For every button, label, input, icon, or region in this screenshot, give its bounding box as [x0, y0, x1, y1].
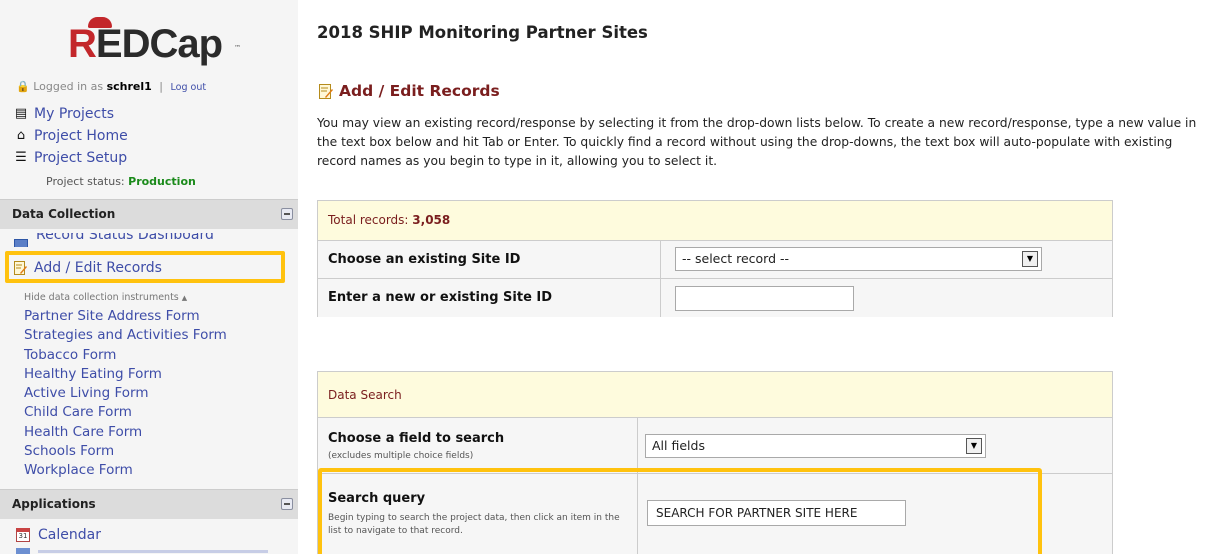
- instrument-link[interactable]: Schools Form: [24, 442, 227, 461]
- edit-form-icon: [319, 84, 333, 99]
- collapse-icon[interactable]: [281, 208, 293, 220]
- total-records-label: Total records:: [328, 213, 409, 227]
- total-records-value: 3,058: [412, 213, 451, 227]
- project-title: 2018 SHIP Monitoring Partner Sites: [317, 23, 648, 42]
- label-cell: Choose an existing Site ID: [318, 241, 661, 278]
- nav-my-projects-label: My Projects: [34, 106, 115, 122]
- record-select[interactable]: -- select record -- ▼: [675, 247, 1042, 271]
- list-icon: ▤: [14, 106, 28, 121]
- instrument-link[interactable]: Health Care Form: [24, 423, 227, 442]
- instrument-link[interactable]: Active Living Form: [24, 384, 227, 403]
- chevron-down-icon: ▼: [1022, 251, 1038, 267]
- hide-instruments-label: Hide data collection instruments: [24, 292, 179, 303]
- project-status: Project status: Production: [46, 175, 196, 188]
- instrument-link[interactable]: Tobacco Form: [24, 346, 227, 365]
- nav-project-home-label: Project Home: [34, 128, 128, 144]
- home-icon: ⌂: [16, 128, 26, 143]
- record-select-value: -- select record --: [682, 251, 790, 266]
- nav-project-setup[interactable]: ☰ Project Setup: [14, 150, 127, 166]
- login-username: schrel1: [106, 80, 152, 93]
- search-field-row: Choose a field to search (excludes multi…: [318, 418, 1112, 474]
- login-prefix: Logged in as: [33, 80, 104, 93]
- instrument-link[interactable]: Healthy Eating Form: [24, 365, 227, 384]
- redcap-logo[interactable]: REDCap ™: [64, 14, 244, 74]
- nav-project-setup-label: Project Setup: [34, 150, 128, 166]
- instrument-list: Partner Site Address Form Strategies and…: [24, 307, 227, 481]
- login-separator: |: [159, 80, 164, 93]
- nav-my-projects[interactable]: ▤ My Projects: [14, 106, 114, 122]
- page-heading-text: Add / Edit Records: [339, 82, 500, 100]
- search-field-label: Choose a field to search: [328, 431, 505, 446]
- app-icon: [16, 548, 30, 554]
- choose-record-row: Choose an existing Site ID -- select rec…: [318, 241, 1112, 279]
- label-cell: Enter a new or existing Site ID: [318, 279, 661, 317]
- triangle-up-icon: ▲: [181, 294, 188, 302]
- search-field-select-value: All fields: [652, 438, 705, 453]
- highlight-box-sidebar: [5, 251, 285, 283]
- section-data-collection: Data Collection: [0, 199, 298, 229]
- logo-text: REDCap: [68, 22, 223, 66]
- data-search-title: Data Search: [318, 372, 1112, 418]
- enter-record-row: Enter a new or existing Site ID: [318, 279, 1112, 317]
- logo-trademark: ™: [234, 44, 241, 52]
- highlight-box-search: [318, 468, 1042, 554]
- nav-cut-off-item: [16, 548, 286, 554]
- cut-off-label: [38, 550, 268, 553]
- nav-record-status-label: Record Status Dashboard: [36, 233, 214, 243]
- instrument-link[interactable]: Strategies and Activities Form: [24, 326, 227, 345]
- calendar-icon: 31: [16, 528, 30, 542]
- choose-record-label: Choose an existing Site ID: [328, 252, 521, 267]
- label-cell: Choose a field to search (excludes multi…: [318, 418, 638, 473]
- site-id-input[interactable]: [675, 286, 854, 311]
- instrument-link[interactable]: Partner Site Address Form: [24, 307, 227, 326]
- section-applications-title: Applications: [12, 497, 96, 511]
- section-data-collection-title: Data Collection: [12, 207, 116, 221]
- nav-calendar[interactable]: 31 Calendar: [16, 527, 101, 543]
- nav-calendar-label: Calendar: [38, 527, 101, 543]
- checklist-icon: ☰: [15, 150, 27, 165]
- logout-link[interactable]: Log out: [171, 82, 207, 93]
- section-applications: Applications: [0, 489, 298, 519]
- page-heading: Add / Edit Records: [319, 82, 500, 100]
- collapse-icon[interactable]: [281, 498, 293, 510]
- enter-record-label: Enter a new or existing Site ID: [328, 290, 553, 305]
- sidebar: REDCap ™ 🔒 Logged in as schrel1 | Log ou…: [0, 0, 298, 554]
- search-field-select[interactable]: All fields ▼: [645, 434, 986, 458]
- total-records: Total records: 3,058: [318, 201, 1112, 241]
- instrument-link[interactable]: Workplace Form: [24, 461, 227, 480]
- nav-project-home[interactable]: ⌂ Project Home: [14, 128, 128, 144]
- dashboard-icon: [14, 239, 28, 247]
- search-field-sublabel: (excludes multiple choice fields): [328, 451, 474, 461]
- records-box: Total records: 3,058 Choose an existing …: [317, 200, 1113, 317]
- lock-icon: 🔒: [16, 80, 30, 93]
- intro-text: You may view an existing record/response…: [317, 116, 1197, 168]
- chevron-down-icon: ▼: [966, 438, 982, 454]
- hide-instruments-toggle[interactable]: Hide data collection instruments ▲: [24, 292, 187, 303]
- nav-record-status-dashboard[interactable]: Record Status Dashboard: [14, 233, 214, 247]
- project-status-value: Production: [128, 175, 196, 188]
- login-info: 🔒 Logged in as schrel1 | Log out: [16, 80, 206, 93]
- project-status-label: Project status:: [46, 175, 125, 188]
- instrument-link[interactable]: Child Care Form: [24, 403, 227, 422]
